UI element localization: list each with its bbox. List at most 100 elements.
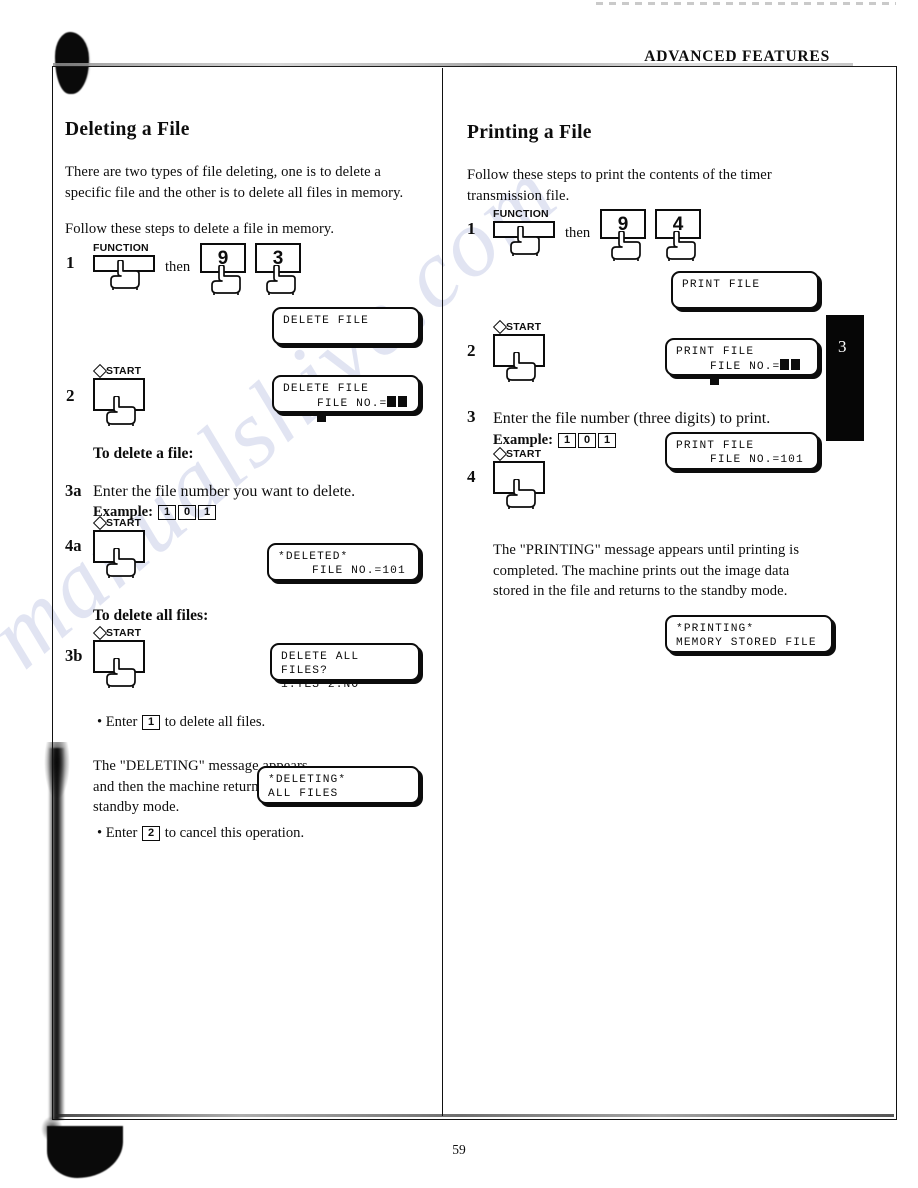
page-title-deleting: Deleting a File: [65, 119, 190, 140]
example-key: 1: [598, 433, 616, 448]
pointing-hand-icon: [666, 231, 700, 261]
start-key-label-wrap: START: [492, 319, 542, 335]
deleting-lead: Follow these steps to delete a file in m…: [65, 221, 335, 237]
cursor-block-icon: [790, 359, 800, 370]
start-key-step4a-left[interactable]: START: [92, 515, 145, 578]
cursor-block-icon: [397, 396, 407, 407]
example-key: 0: [178, 505, 196, 520]
bullet-post: to delete all files.: [164, 714, 266, 730]
start-diamond-icon: [92, 515, 108, 531]
start-key-label: START: [106, 517, 142, 529]
bullet-enter-2: • Enter 2 to cancel this operation.: [97, 823, 304, 843]
lcd-display-delete-all-files: DELETE ALL FILES? 1:YES 2:NO: [270, 643, 420, 691]
example-key: 1: [158, 505, 176, 520]
page-title-printing: Printing a File: [467, 122, 592, 143]
lcd-line-1: *DELETED*: [278, 551, 349, 563]
bullet-key: 1: [142, 715, 161, 730]
lcd-line-2: FILE NO.=101: [312, 565, 406, 577]
lcd-display-print-file-no: PRINT FILE FILE NO.=: [665, 338, 819, 385]
numeric-key-9-right[interactable]: 9: [600, 209, 646, 261]
start-diamond-icon: [492, 446, 508, 462]
start-key-label: START: [506, 321, 542, 333]
bullet-key: 2: [142, 826, 161, 841]
lcd-line-2: FILE NO.=: [283, 396, 409, 426]
lcd-line-2: MEMORY STORED FILE: [676, 637, 817, 649]
function-key-label: FUNCTION: [493, 208, 549, 220]
lcd-line-2: FILE NO.=: [676, 359, 808, 389]
lcd-line-1: PRINT FILE: [676, 346, 755, 358]
lcd-display-print-file-101: PRINT FILE FILE NO.=101: [665, 432, 819, 470]
start-diamond-icon: [92, 363, 108, 379]
function-key-right[interactable]: FUNCTION: [493, 208, 555, 256]
manual-page: manualshive.com ADVANCED FEATURES 3 Dele…: [0, 0, 918, 1188]
example-key: 1: [558, 433, 576, 448]
bullet-pre: Enter: [105, 825, 138, 841]
printing-note: The "PRINTING" message appears until pri…: [493, 542, 800, 599]
pointing-hand-icon: [106, 548, 140, 578]
step-3a-text: Enter the file number you want to delete…: [93, 483, 356, 500]
lcd-line-2: FILE NO.=101: [710, 454, 804, 466]
pointing-hand-icon: [611, 231, 645, 261]
bullet-dot: •: [97, 825, 103, 841]
subhead-delete-a-file: To delete a file:: [93, 445, 194, 462]
function-key-left[interactable]: FUNCTION: [93, 242, 155, 290]
start-key-label-wrap: START: [492, 446, 541, 462]
cursor-block-icon: [387, 396, 397, 407]
column-divider: [442, 68, 444, 1116]
start-key-label: START: [106, 627, 142, 639]
lcd-display-print-file: PRINT FILE: [671, 271, 819, 309]
step-number-4: 4: [467, 467, 476, 486]
start-key-label-wrap: START: [92, 625, 142, 641]
chapter-tab-number: 3: [838, 337, 847, 356]
step-number-4a: 4a: [65, 536, 82, 555]
scan-edge-artifact: [596, 2, 896, 5]
lcd-line-1: PRINT FILE: [682, 279, 761, 291]
lcd-display-delete-file-no: DELETE FILE FILE NO.=: [272, 375, 420, 422]
lcd-line-1: *PRINTING*: [676, 623, 755, 635]
step-number-3: 3: [467, 407, 476, 426]
numeric-key-4-right[interactable]: 4: [655, 209, 701, 261]
lcd-display-deleting: *DELETING* ALL FILES: [257, 766, 420, 804]
lcd-line-1: *DELETING*: [268, 774, 347, 786]
lcd-line-1: DELETE FILE: [283, 315, 369, 327]
lcd-line-2: 1:YES 2:NO: [281, 679, 360, 691]
start-key-label-wrap: START: [92, 515, 142, 531]
pointing-hand-icon: [106, 396, 140, 426]
start-key-step2-right[interactable]: START: [492, 319, 545, 382]
page-number: 59: [452, 1142, 466, 1157]
start-key-step2-left[interactable]: START: [92, 363, 145, 426]
step-number-1: 1: [66, 253, 75, 272]
pointing-hand-icon: [506, 352, 540, 382]
lcd-display-printing: *PRINTING* MEMORY STORED FILE: [665, 615, 833, 653]
step-number-2: 2: [467, 341, 476, 360]
bullet-pre: Enter: [105, 714, 138, 730]
start-key-step3b-left[interactable]: START: [92, 625, 145, 688]
pointing-hand-icon: [506, 479, 540, 509]
then-label-right: then: [565, 225, 591, 241]
numeric-key-9-left[interactable]: 9: [200, 243, 246, 295]
step-3-example: Example: 101: [493, 431, 617, 449]
chapter-tab: 3: [826, 315, 864, 441]
lcd-line-1: DELETE FILE: [283, 383, 369, 395]
start-key-label-wrap: START: [92, 363, 142, 379]
start-diamond-icon: [92, 625, 108, 641]
start-key-step4-right[interactable]: START: [492, 446, 545, 509]
example-key: 0: [578, 433, 596, 448]
lcd-display-delete-file: DELETE FILE: [272, 307, 420, 345]
pointing-hand-icon: [110, 260, 144, 290]
step-number-1: 1: [467, 219, 476, 238]
start-key-label: START: [106, 365, 142, 377]
printing-intro: Follow these steps to print the contents…: [467, 167, 772, 204]
numeric-key-3-left[interactable]: 3: [255, 243, 301, 295]
bullet-enter-1: • Enter 1 to delete all files.: [97, 712, 265, 732]
step-number-2: 2: [66, 386, 75, 405]
frame-bottom-shade: [56, 1114, 894, 1117]
pointing-hand-icon: [211, 265, 245, 295]
then-label-left: then: [165, 259, 191, 275]
pointing-hand-icon: [266, 265, 300, 295]
bullet-dot: •: [97, 714, 103, 730]
start-diamond-icon: [492, 319, 508, 335]
lcd-display-deleted: *DELETED* FILE NO.=101: [267, 543, 420, 581]
step-number-3a: 3a: [65, 481, 82, 500]
lcd-line-2: ALL FILES: [268, 788, 339, 800]
